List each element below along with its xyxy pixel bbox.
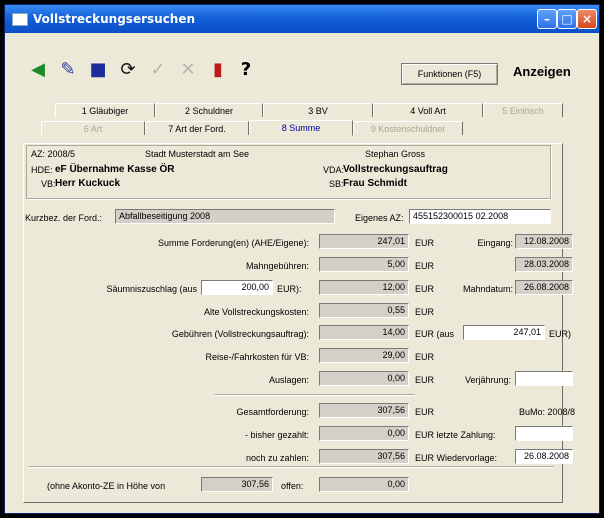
summe-label: Summe Forderung(en) (AHE/Eigene):	[157, 238, 309, 248]
saeumnis-eur: EUR	[415, 284, 435, 294]
main-window: Vollstreckungsersuchen – □ × ◀ ✎ ■ ⟳ ✓ ✕…	[4, 4, 600, 514]
tab-art-der-ford[interactable]: 7 Art der Ford.	[145, 121, 249, 135]
gesamt-field: 307,56	[319, 403, 409, 418]
alte-label: Alte Vollstreckungskosten:	[203, 307, 309, 317]
funktionen-button[interactable]: Funktionen (F5)	[401, 63, 498, 85]
summe-field: 247,01	[319, 234, 409, 249]
gebuehren-label: Gebühren (Vollstreckungsauftrag):	[171, 329, 309, 339]
reise-eur: EUR	[415, 352, 435, 362]
letzte-zahlung-field[interactable]	[515, 426, 573, 441]
separator-bottom	[29, 466, 554, 468]
eingang-field[interactable]: 12.08.2008	[515, 234, 573, 249]
close-button[interactable]: ×	[577, 9, 597, 29]
hde-label: HDE:	[31, 165, 53, 175]
offen-field: 0,00	[319, 477, 409, 492]
vda-value: Vollstreckungsauftrag	[343, 164, 448, 175]
cancel-icon: ✕	[180, 59, 196, 80]
bumo-label: BuMo: 2008/8	[519, 407, 576, 417]
delete-icon[interactable]: ■	[87, 59, 109, 81]
reise-label: Reise-/Fahrkosten für VB:	[205, 352, 309, 362]
mahngebuehren-field: 5,00	[319, 257, 409, 272]
tab-glaeubiger[interactable]: 1 Gläubiger	[55, 103, 155, 117]
verjaehrung-field[interactable]	[515, 371, 573, 386]
saeumnis-base-field[interactable]: 200,00	[201, 280, 273, 295]
saeumnis-label: Säumniszuschlag (aus	[106, 284, 197, 294]
tab-kostenschuldner: 9 Kostenschuldner	[353, 121, 463, 135]
letzte-zahlung-label: EUR letzte Zahlung:	[415, 430, 496, 440]
noch-field: 307,56	[319, 449, 409, 464]
separator	[215, 394, 415, 396]
sb-label: SB:	[329, 179, 344, 189]
gebuehren-aus-suffix: EUR)	[549, 329, 571, 339]
vda-label: VDA:	[323, 165, 345, 175]
person-label: Stephan Gross	[365, 149, 426, 159]
vb-label: VB:	[41, 179, 56, 189]
alte-field: 0,55	[319, 303, 409, 318]
title-bar: Vollstreckungsersuchen – □ ×	[5, 5, 599, 33]
gebuehren-aus-label: EUR (aus	[415, 329, 455, 339]
auslagen-field: 0,00	[319, 371, 409, 386]
offen-label: offen:	[281, 481, 304, 491]
mahngebuehren-label: Mahngebühren:	[245, 261, 309, 271]
auslagen-label: Auslagen:	[268, 375, 309, 385]
sb-value: Frau Schmidt	[343, 178, 407, 189]
anzeigen-button[interactable]: Anzeigen	[513, 64, 571, 79]
tab-einloesch: 5 Einlösch	[483, 103, 563, 117]
ohne-akonto-label: (ohne Akonto-ZE in Höhe von	[47, 481, 166, 491]
gesamt-eur: EUR	[415, 407, 435, 417]
mahndatum-field[interactable]: 26.08.2008	[515, 280, 573, 295]
tab-summe[interactable]: 8 Summe	[249, 120, 353, 136]
tab-schuldner[interactable]: 2 Schuldner	[155, 103, 263, 117]
saeumnis-base-suffix: EUR):	[277, 284, 302, 294]
tab-art: 6 Art	[41, 121, 145, 135]
date2-field[interactable]: 28.03.2008	[515, 257, 573, 272]
verjaehrung-label: Verjährung:	[464, 375, 511, 385]
refresh-icon[interactable]: ⟳	[117, 59, 139, 81]
book-icon[interactable]: ▮	[207, 59, 229, 81]
bisher-field: 0,00	[319, 426, 409, 441]
eigenes-az-field[interactable]: 455152300015 02.2008	[409, 209, 551, 224]
check-icon: ✓	[150, 59, 166, 80]
wiedervorlage-field[interactable]: 26.08.2008	[515, 449, 573, 464]
help-icon[interactable]: ?	[235, 59, 257, 81]
gebuehren-field: 14,00	[319, 325, 409, 340]
stadt-label: Stadt Musterstadt am See	[145, 149, 250, 159]
window-title: Vollstreckungsersuchen	[33, 12, 196, 26]
ohne-akonto-field: 307,56	[201, 477, 273, 492]
saeumnis-field: 12,00	[319, 280, 409, 295]
app-icon	[12, 13, 28, 26]
vb-value: Herr Kuckuck	[55, 178, 121, 189]
tab-vollart[interactable]: 4 Voll Art	[373, 103, 483, 117]
toolbar: ◀ ✎ ■ ⟳ ✓ ✕ ▮ ? Funktionen (F5) Anzeigen	[5, 33, 599, 95]
edit-icon[interactable]: ✎	[57, 59, 79, 81]
mahngebuehren-eur: EUR	[415, 261, 435, 271]
bisher-label: - bisher gezahlt:	[244, 430, 309, 440]
kurzbez-field[interactable]: Abfallbeseitigung 2008	[115, 209, 335, 224]
hde-value: eF Übernahme Kasse ÖR	[55, 164, 175, 175]
reise-field: 29,00	[319, 348, 409, 363]
maximize-button[interactable]: □	[557, 9, 577, 29]
gebuehren-aus-field[interactable]: 247,01	[463, 325, 545, 340]
gesamt-label: Gesamtforderung:	[236, 407, 309, 417]
eigenes-az-label: Eigenes AZ:	[355, 213, 404, 223]
tab-bv[interactable]: 3 BV	[263, 103, 373, 117]
wiedervorlage-label: EUR Wiedervorlage:	[415, 453, 498, 463]
minimize-button[interactable]: –	[537, 9, 557, 29]
alte-eur: EUR	[415, 307, 435, 317]
mahndatum-label: Mahndatum:	[462, 284, 513, 294]
auslagen-eur: EUR	[415, 375, 435, 385]
kurzbez-label: Kurzbez. der Ford.:	[25, 213, 103, 223]
exit-icon[interactable]: ◀	[27, 59, 49, 81]
eingang-label: Eingang:	[477, 238, 513, 248]
summe-eur: EUR	[415, 238, 435, 248]
az-label: AZ: 2008/5	[31, 149, 76, 159]
noch-label: noch zu zahlen:	[245, 453, 309, 463]
